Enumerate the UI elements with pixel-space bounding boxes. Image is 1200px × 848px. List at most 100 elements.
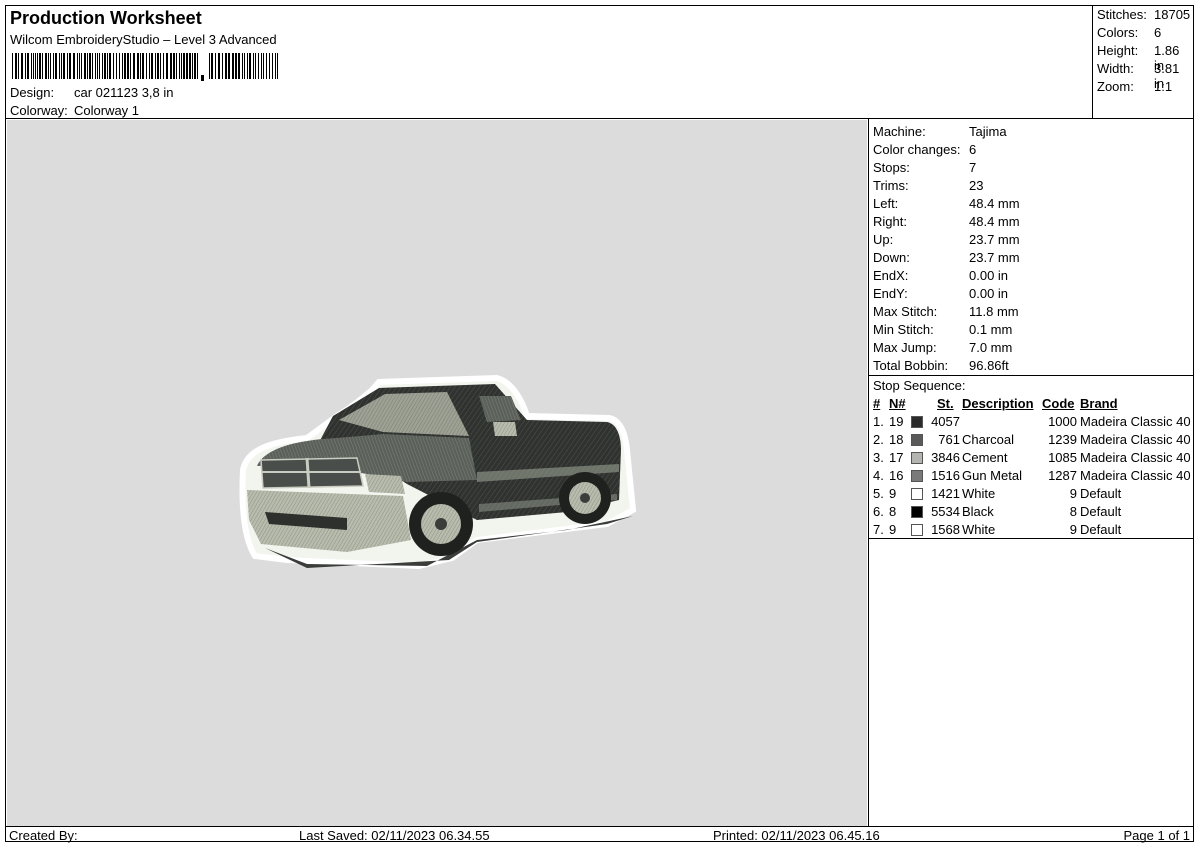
- thread-code: 1239: [1048, 432, 1077, 447]
- machine-label: Machine:: [873, 124, 926, 139]
- color-swatch: [911, 416, 923, 428]
- right-value: 48.4 mm: [969, 214, 1020, 229]
- needle-number: 17: [889, 450, 904, 465]
- production-worksheet: Production Worksheet Wilcom EmbroiderySt…: [5, 5, 1194, 843]
- needle-number: 16: [889, 468, 904, 483]
- needle-number: 19: [889, 414, 904, 429]
- up-label: Up:: [873, 232, 894, 247]
- left-label: Left:: [873, 196, 899, 211]
- color-changes-label: Color changes:: [873, 142, 961, 157]
- machine-value: Tajima: [969, 124, 1007, 139]
- min-stitch-label: Min Stitch:: [873, 322, 934, 337]
- design-value: car 021123 3,8 in: [74, 85, 174, 100]
- right-label: Right:: [873, 214, 907, 229]
- color-swatch: [911, 434, 923, 446]
- trims-value: 23: [969, 178, 984, 193]
- printed-date: Printed: 02/11/2023 06.45.16: [713, 828, 880, 843]
- color-changes-value: 6: [969, 142, 977, 157]
- col-header-description: Description: [962, 396, 1034, 411]
- height-row: Height: 1.86 in: [1097, 43, 1193, 73]
- last-saved: Last Saved: 02/11/2023 06.34.55: [299, 828, 490, 843]
- colorway-label: Colorway:: [10, 103, 68, 118]
- thread-code: 9: [1069, 486, 1077, 501]
- thread-brand: Default: [1080, 504, 1122, 519]
- stop-index: 2.: [873, 432, 884, 447]
- stitches-value: 18705: [1154, 7, 1191, 22]
- design-label: Design:: [10, 85, 55, 100]
- stitch-count: 761: [938, 432, 960, 447]
- endx-label: EndX:: [873, 268, 909, 283]
- stop-sequence-divider: [869, 538, 1193, 539]
- endy-value: 0.00 in: [969, 286, 1009, 301]
- stops-label: Stops:: [873, 160, 910, 175]
- needle-number: 18: [889, 432, 904, 447]
- barcode-image: [12, 53, 278, 81]
- stitch-count: 5534: [931, 504, 960, 519]
- col-header-needle: N#: [889, 396, 906, 411]
- table-row: 1. 19 4057 1000 Madeira Classic 40: [869, 414, 1193, 432]
- worksheet-header: Production Worksheet Wilcom EmbroiderySt…: [6, 6, 1093, 119]
- thread-description: White: [962, 522, 996, 537]
- color-swatch: [911, 524, 923, 536]
- min-stitch-value: 0.1 mm: [969, 322, 1013, 337]
- left-value: 48.4 mm: [969, 196, 1020, 211]
- table-row: 4. 16 1516 Gun Metal 1287 Madeira Classic 40: [869, 468, 1193, 486]
- stitch-count: 1568: [931, 522, 960, 537]
- side-mirror: [493, 422, 517, 436]
- software-name: Wilcom EmbroideryStudio – Level 3 Advanc…: [10, 32, 277, 47]
- max-stitch-value: 11.8 mm: [969, 304, 1019, 319]
- stitch-count: 4057: [931, 414, 960, 429]
- table-row: 6. 8 5534 Black 8 Default: [869, 504, 1193, 522]
- max-jump-value: 7.0 mm: [969, 340, 1013, 355]
- thread-description: Black: [962, 504, 994, 519]
- stop-index: 6.: [873, 504, 884, 519]
- stitch-count: 1421: [931, 486, 960, 501]
- stitches-row: Stitches: 18705: [1097, 7, 1193, 25]
- thread-description: Charcoal: [962, 432, 1015, 447]
- table-row: 2. 18 761 Charcoal 1239 Madeira Classic 40: [869, 432, 1193, 450]
- worksheet-title: Production Worksheet: [10, 8, 202, 28]
- color-swatch: [911, 506, 923, 518]
- colors-row: Colors: 6: [1097, 25, 1193, 43]
- pickup-truck-embroidery-image: [239, 374, 637, 570]
- table-row: 3. 17 3846 Cement 1085 Madeira Classic 40: [869, 450, 1193, 468]
- width-row: Width: 3.81 in: [1097, 61, 1193, 91]
- needle-number: 8: [889, 504, 897, 519]
- zoom-value: 1:1: [1154, 79, 1173, 94]
- worksheet-footer: Created By: Last Saved: 02/11/2023 06.34…: [6, 826, 1193, 843]
- stop-index: 4.: [873, 468, 884, 483]
- thread-description: White: [962, 486, 996, 501]
- endy-label: EndY:: [873, 286, 908, 301]
- total-bobbin-label: Total Bobbin:: [873, 358, 949, 373]
- colors-value: 6: [1154, 25, 1162, 40]
- color-swatch: [911, 470, 923, 482]
- color-swatch: [911, 452, 923, 464]
- colors-label: Colors:: [1097, 25, 1139, 40]
- stops-value: 7: [969, 160, 977, 175]
- col-header-code: Code: [1042, 396, 1075, 411]
- col-header-stitches: St.: [937, 396, 954, 411]
- down-label: Down:: [873, 250, 910, 265]
- thread-code: 8: [1069, 504, 1077, 519]
- total-bobbin-value: 96.86ft: [969, 358, 1009, 373]
- page-number: Page 1 of 1: [1123, 828, 1191, 843]
- created-by: Created By:: [9, 828, 78, 843]
- color-swatch: [911, 488, 923, 500]
- needle-number: 9: [889, 522, 897, 537]
- thread-code: 1287: [1048, 468, 1077, 483]
- thread-brand: Madeira Classic 40: [1080, 450, 1191, 465]
- table-row: 5. 9 1421 White 9 Default: [869, 486, 1193, 504]
- thread-brand: Default: [1080, 486, 1122, 501]
- stitch-count: 1516: [931, 468, 960, 483]
- stop-index: 5.: [873, 486, 884, 501]
- trims-label: Trims:: [873, 178, 909, 193]
- zoom-row: Zoom: 1:1: [1097, 79, 1193, 97]
- height-label: Height:: [1097, 43, 1139, 58]
- thread-description: Gun Metal: [962, 468, 1022, 483]
- col-header-num: #: [873, 396, 881, 411]
- details-divider: [869, 375, 1193, 376]
- headlight: [365, 474, 405, 494]
- stitch-count: 3846: [931, 450, 960, 465]
- thread-code: 1000: [1048, 414, 1077, 429]
- stop-index: 7.: [873, 522, 884, 537]
